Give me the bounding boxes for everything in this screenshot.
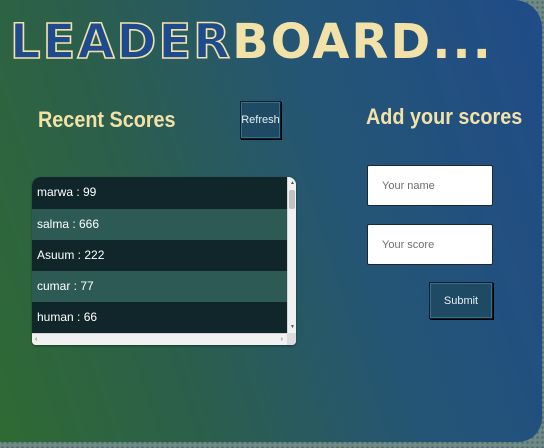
score-input[interactable] (367, 224, 493, 265)
scores-list-rows: marwa : 99 salma : 666 Asuum : 222 cumar… (32, 177, 287, 333)
scores-list[interactable]: marwa : 99 salma : 666 Asuum : 222 cumar… (32, 177, 296, 345)
page-title-ellipsis: ... (432, 14, 493, 70)
score-row: salma : 666 (32, 209, 287, 240)
score-row: cumar : 77 (32, 271, 287, 302)
score-row: human : 66 (32, 302, 287, 333)
vertical-scrollbar[interactable]: ▲ ▼ (287, 177, 296, 333)
recent-scores-heading: Recent Scores (38, 107, 176, 132)
vertical-scrollbar-thumb[interactable] (289, 190, 295, 209)
scroll-right-arrow-icon[interactable]: › (281, 336, 283, 344)
submit-button[interactable]: Submit (429, 282, 493, 319)
leaderboard-panel: LEADERBOARD... Recent Scores Refresh mar… (0, 0, 542, 442)
name-input[interactable] (367, 165, 493, 206)
page-title-leader: LEADER (9, 13, 233, 71)
scroll-left-arrow-icon[interactable]: ‹ (35, 336, 37, 344)
refresh-button[interactable]: Refresh (240, 101, 281, 139)
score-row: marwa : 99 (32, 177, 287, 209)
add-scores-heading: Add your scores (366, 104, 523, 129)
score-row: Asuum : 222 (32, 240, 287, 271)
scroll-up-arrow-icon[interactable]: ▲ (289, 180, 296, 186)
scroll-down-arrow-icon[interactable]: ▼ (289, 324, 296, 330)
page-title: LEADERBOARD... (9, 13, 493, 71)
horizontal-scrollbar[interactable]: ‹ › (32, 333, 287, 345)
page-title-board: BOARD (232, 14, 433, 70)
scrollbar-corner (287, 333, 296, 345)
